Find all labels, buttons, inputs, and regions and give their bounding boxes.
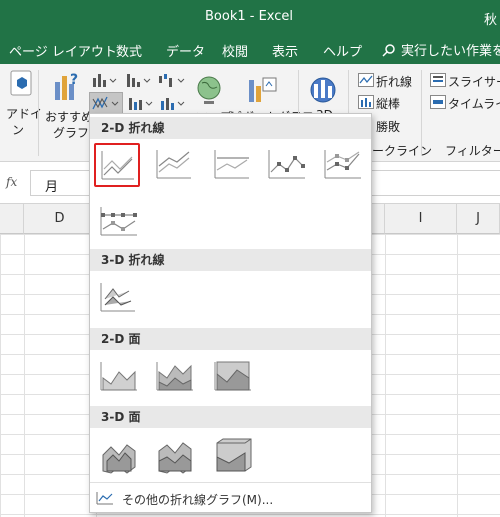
chart-type-stacked-line[interactable] bbox=[150, 143, 196, 187]
ribbon-divider bbox=[38, 70, 39, 156]
3d-area-icon bbox=[102, 444, 136, 474]
waterfall-chart-icon[interactable] bbox=[158, 72, 186, 88]
tab-formulas[interactable]: 数式 bbox=[116, 41, 142, 60]
tab-page-layout[interactable]: ページ レイアウト bbox=[9, 41, 117, 60]
line-chart-dropdown: 2-D 折れ線 3-D 折れ線 2-D 面 3-D 面 その他の折れ線グラフ(M… bbox=[89, 113, 372, 513]
combo-chart-icon[interactable] bbox=[160, 95, 186, 111]
more-charts-icon bbox=[96, 492, 113, 505]
fx-icon[interactable]: fx bbox=[6, 175, 17, 189]
percent-stacked-line-markers-icon bbox=[100, 207, 137, 236]
chart-type-100-stacked-area[interactable] bbox=[208, 353, 254, 397]
sparkline-column-label[interactable]: 縦棒 bbox=[376, 95, 400, 112]
window-title: Book1 - Excel bbox=[205, 9, 294, 24]
column-header-blank[interactable] bbox=[0, 204, 24, 234]
tell-me-box[interactable]: 実行したい作業を入 bbox=[382, 40, 500, 59]
column-header-j[interactable]: J bbox=[457, 204, 500, 234]
formula-value: 月 bbox=[45, 180, 59, 195]
chart-type-stacked-area[interactable] bbox=[150, 353, 196, 397]
recommended-label-1[interactable]: おすすめ bbox=[45, 108, 93, 125]
timeline-icon[interactable] bbox=[430, 95, 446, 109]
chart-type-area[interactable] bbox=[94, 353, 140, 397]
section-3d-area: 3-D 面 bbox=[90, 406, 371, 428]
title-bar: Book1 - Excel 秋 bbox=[0, 0, 500, 34]
chart-type-3d-area[interactable] bbox=[94, 432, 140, 476]
line-chart-icon bbox=[101, 151, 134, 180]
grid-line bbox=[457, 234, 458, 517]
bar-chart-icon[interactable] bbox=[128, 95, 154, 111]
addins-icon[interactable] bbox=[10, 70, 32, 96]
chart-type-100-stacked-line[interactable] bbox=[208, 143, 254, 187]
hierarchy-chart-icon[interactable] bbox=[126, 72, 152, 88]
line-chart-button[interactable] bbox=[89, 92, 123, 114]
svg-text:?: ? bbox=[70, 72, 78, 88]
filter-group-label: フィルター bbox=[445, 144, 500, 158]
chart-type-line-markers[interactable] bbox=[262, 143, 308, 187]
stacked-area-icon bbox=[156, 362, 193, 391]
3d-stacked-area-icon bbox=[158, 442, 192, 474]
section-2d-line: 2-D 折れ線 bbox=[90, 117, 371, 139]
line-markers-icon bbox=[268, 150, 305, 179]
map-globe-icon[interactable] bbox=[196, 74, 222, 108]
chart-type-line[interactable] bbox=[94, 143, 140, 187]
3d-percent-stacked-area-icon bbox=[216, 438, 252, 472]
grid-line bbox=[385, 234, 386, 517]
slicer-label[interactable]: スライサー bbox=[448, 73, 500, 90]
ribbon-divider bbox=[421, 70, 422, 156]
section-3d-line: 3-D 折れ線 bbox=[90, 249, 371, 271]
addins-label-2[interactable]: ン bbox=[12, 121, 24, 138]
tab-review[interactable]: 校閲 bbox=[222, 41, 248, 60]
percent-stacked-line-icon bbox=[214, 150, 249, 179]
ribbon-tabs: ページ レイアウト 数式 データ 校閲 表示 ヘルプ 実行したい作業を入 bbox=[0, 34, 500, 64]
tell-me-text: 実行したい作業を入 bbox=[401, 44, 500, 59]
chart-type-100-stacked-line-markers[interactable] bbox=[94, 200, 140, 244]
sparkline-winloss-label[interactable]: 勝敗 bbox=[376, 118, 400, 135]
sparkline-line-label[interactable]: 折れ線 bbox=[376, 73, 412, 90]
search-icon bbox=[382, 43, 395, 57]
tab-data[interactable]: データ bbox=[166, 41, 205, 60]
chart-type-3d-stacked-area[interactable] bbox=[150, 432, 196, 476]
section-2d-area: 2-D 面 bbox=[90, 328, 371, 350]
area-chart-icon bbox=[100, 362, 137, 391]
column-header-d[interactable]: D bbox=[24, 204, 96, 234]
tab-view[interactable]: 表示 bbox=[272, 41, 298, 60]
stacked-line-markers-icon bbox=[324, 150, 361, 179]
grid-line bbox=[24, 234, 25, 517]
slicer-icon[interactable] bbox=[430, 73, 446, 87]
sparkline-column-icon[interactable] bbox=[358, 95, 374, 109]
line-chart-icon bbox=[92, 96, 119, 110]
chart-type-stacked-line-markers[interactable] bbox=[318, 143, 364, 187]
3d-map-icon[interactable] bbox=[308, 74, 338, 106]
more-line-charts-option[interactable]: その他の折れ線グラフ(M)... bbox=[90, 482, 371, 512]
user-name[interactable]: 秋 bbox=[484, 9, 497, 28]
sparkline-group-label: ークライン bbox=[372, 144, 433, 158]
tab-help[interactable]: ヘルプ bbox=[323, 41, 362, 60]
timeline-label[interactable]: タイムライン bbox=[448, 95, 500, 112]
stacked-line-icon bbox=[156, 150, 191, 179]
addins-label-1[interactable]: アドイ bbox=[6, 105, 42, 122]
recommended-charts-icon[interactable]: ? bbox=[52, 70, 82, 104]
percent-stacked-area-icon bbox=[214, 361, 251, 391]
chart-type-3d-100-stacked-area[interactable] bbox=[208, 432, 254, 476]
column-header-i[interactable]: I bbox=[385, 204, 457, 234]
more-line-charts-label: その他の折れ線グラフ(M)... bbox=[122, 493, 274, 507]
sparkline-line-icon[interactable] bbox=[358, 73, 374, 87]
pivot-chart-icon[interactable] bbox=[246, 74, 280, 106]
3d-line-icon bbox=[100, 283, 135, 312]
recommended-label-2[interactable]: グラフ bbox=[53, 124, 89, 141]
chart-type-3d-line[interactable] bbox=[94, 274, 140, 318]
column-chart-icon[interactable] bbox=[92, 72, 118, 88]
